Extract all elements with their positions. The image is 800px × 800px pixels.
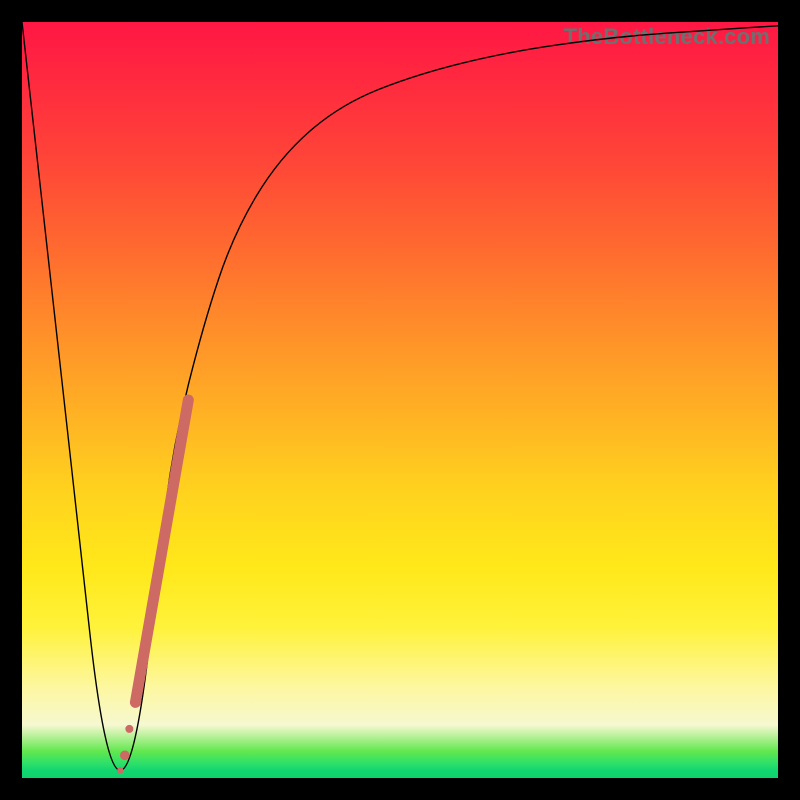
chart-frame: TheBottleneck.com <box>0 0 800 800</box>
marker-group <box>117 400 188 774</box>
marker-dot <box>120 751 130 761</box>
marker-dot <box>125 725 133 733</box>
plot-area: TheBottleneck.com <box>22 22 778 778</box>
marker-segment <box>135 400 188 702</box>
bottleneck-curve-path <box>22 22 778 770</box>
chart-svg <box>22 22 778 778</box>
marker-dot <box>117 767 123 773</box>
